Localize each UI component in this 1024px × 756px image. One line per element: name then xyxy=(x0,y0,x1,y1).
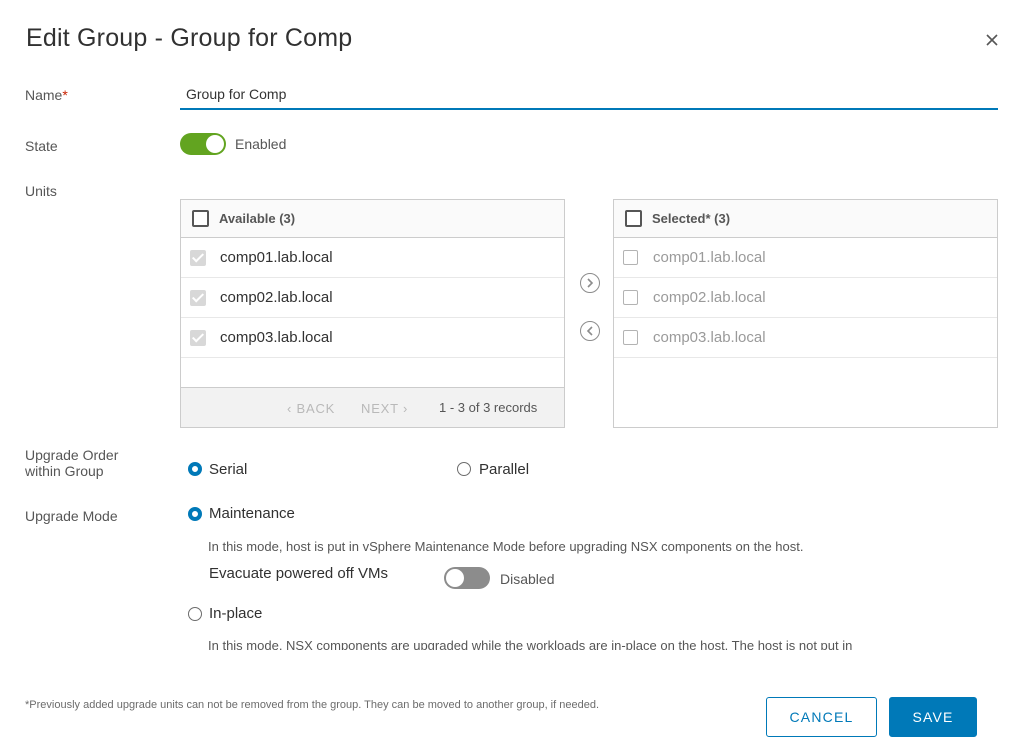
available-grid-footer: ‹ BACK NEXT › 1 - 3 of 3 records xyxy=(181,387,564,427)
available-row[interactable]: comp02.lab.local xyxy=(181,278,564,318)
selected-select-all-checkbox[interactable] xyxy=(625,210,642,227)
units-label: Units xyxy=(25,183,57,199)
records-count: 1 - 3 of 3 records xyxy=(439,400,538,415)
inplace-description-clip: In this mode, NSX components are upgrade… xyxy=(0,635,1024,650)
maintenance-description: In this mode, host is put in vSphere Mai… xyxy=(208,539,804,554)
dialog-title: Edit Group - Group for Comp xyxy=(26,24,353,52)
selected-row: comp01.lab.local xyxy=(614,238,997,278)
upgrade-order-label-line2: within Group xyxy=(25,463,104,479)
available-row-label: comp03.lab.local xyxy=(220,329,333,346)
parallel-radio-label[interactable]: Parallel xyxy=(479,461,529,478)
row-checkbox xyxy=(623,250,638,265)
footnote: *Previously added upgrade units can not … xyxy=(25,699,599,711)
available-row[interactable]: comp03.lab.local xyxy=(181,318,564,358)
selected-header-text: Selected* (3) xyxy=(652,211,731,226)
available-header-text: Available (3) xyxy=(219,211,296,226)
selected-row-label: comp03.lab.local xyxy=(653,329,766,346)
available-grid-header: Available (3) xyxy=(181,200,564,238)
selected-row-label: comp02.lab.local xyxy=(653,289,766,306)
toggle-knob xyxy=(206,135,224,153)
available-row-label: comp01.lab.local xyxy=(220,249,333,266)
serial-radio[interactable] xyxy=(188,462,202,476)
edit-group-dialog: Edit Group - Group for Comp Name* State … xyxy=(0,0,1024,756)
inplace-description: In this mode, NSX components are upgrade… xyxy=(208,638,853,650)
evacuate-label: Evacuate powered off VMs xyxy=(209,565,388,582)
next-button[interactable]: NEXT › xyxy=(361,401,408,416)
chevron-left-icon[interactable] xyxy=(580,321,600,341)
row-checkbox xyxy=(623,330,638,345)
available-row-label: comp02.lab.local xyxy=(220,289,333,306)
evacuate-toggle-text: Disabled xyxy=(500,571,555,587)
selected-grid-header: Selected* (3) xyxy=(614,200,997,238)
name-input[interactable] xyxy=(180,80,998,110)
back-button[interactable]: ‹ BACK xyxy=(287,401,335,416)
selected-row-label: comp01.lab.local xyxy=(653,249,766,266)
inplace-radio[interactable] xyxy=(188,607,202,621)
close-icon[interactable] xyxy=(982,30,1002,50)
row-checkbox xyxy=(623,290,638,305)
available-row[interactable]: comp01.lab.local xyxy=(181,238,564,278)
available-grid: Available (3) comp01.lab.local comp02.la… xyxy=(180,199,565,428)
required-mark: * xyxy=(62,87,68,103)
maintenance-radio[interactable] xyxy=(188,507,202,521)
row-checkbox[interactable] xyxy=(190,330,206,346)
upgrade-mode-label: Upgrade Mode xyxy=(25,508,118,524)
available-select-all-checkbox[interactable] xyxy=(192,210,209,227)
save-button[interactable]: SAVE xyxy=(889,697,977,737)
serial-radio-label[interactable]: Serial xyxy=(209,461,247,478)
state-label: State xyxy=(25,138,58,154)
upgrade-order-label-line1: Upgrade Order xyxy=(25,447,119,463)
inplace-radio-label[interactable]: In-place xyxy=(209,605,262,622)
evacuate-toggle[interactable] xyxy=(444,567,490,589)
toggle-knob xyxy=(446,569,464,587)
selected-row: comp02.lab.local xyxy=(614,278,997,318)
maintenance-radio-label[interactable]: Maintenance xyxy=(209,505,295,522)
row-checkbox[interactable] xyxy=(190,290,206,306)
name-label: Name* xyxy=(25,87,68,103)
row-checkbox[interactable] xyxy=(190,250,206,266)
state-toggle[interactable] xyxy=(180,133,226,155)
upgrade-order-label: Upgrade Order within Group xyxy=(25,447,118,479)
state-toggle-text: Enabled xyxy=(235,136,287,152)
selected-row: comp03.lab.local xyxy=(614,318,997,358)
chevron-right-icon[interactable] xyxy=(580,273,600,293)
selected-grid: Selected* (3) comp01.lab.local comp02.la… xyxy=(613,199,998,428)
cancel-button[interactable]: CANCEL xyxy=(766,697,877,737)
parallel-radio[interactable] xyxy=(457,462,471,476)
